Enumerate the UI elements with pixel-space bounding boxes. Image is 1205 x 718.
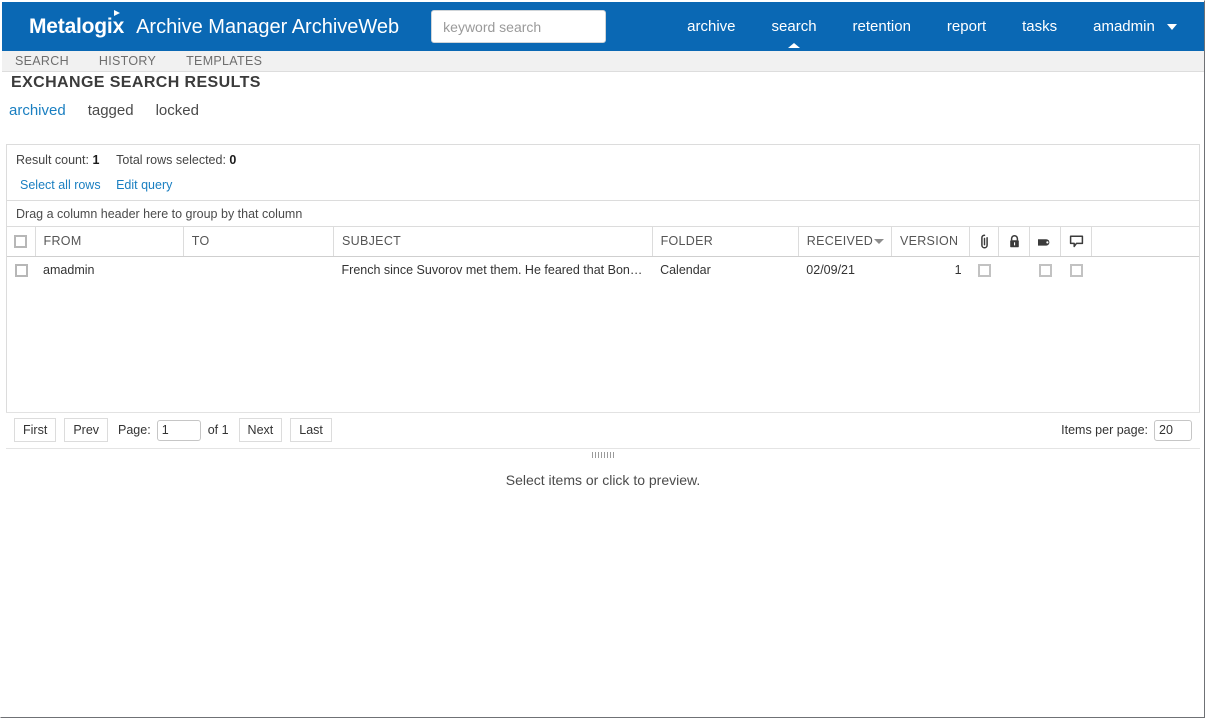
cell-from: amadmin: [43, 263, 95, 278]
page-total-label: of 1: [207, 423, 229, 437]
table-body: amadmin French since Suvorov met them. H…: [7, 256, 1199, 284]
prev-page-button[interactable]: Prev: [64, 418, 109, 442]
preview-placeholder-text: Select items or click to preview.: [505, 472, 701, 488]
select-all-rows-link[interactable]: Select all rows: [20, 178, 101, 192]
nav-label-report: report: [946, 18, 987, 35]
column-header-received[interactable]: RECEIVED: [798, 227, 892, 257]
logo-triangle-icon: [114, 10, 121, 16]
nav-item-tasks[interactable]: tasks: [1004, 2, 1075, 51]
cell-received: 02/09/21: [806, 263, 855, 278]
cell-tag[interactable]: [1030, 256, 1061, 284]
result-actions: Select all rows Edit query: [20, 178, 184, 192]
user-menu-label: amadmin: [1093, 18, 1155, 35]
sort-caret-down-icon[interactable]: [873, 239, 884, 245]
subnav-item-templates[interactable]: TEMPLATES: [186, 54, 262, 68]
result-count-value: 1: [92, 153, 100, 167]
total-selected-label: Total rows selected:: [116, 153, 226, 167]
edit-query-link[interactable]: Edit query: [116, 178, 172, 192]
cell-folder: Calendar: [660, 263, 711, 278]
cell-version: 1: [954, 263, 962, 278]
column-header-comment[interactable]: [1060, 227, 1093, 257]
table-header-row: FROM TO SUBJECT FOLDER RECEIVED VERSION: [7, 227, 1199, 257]
comment-checkbox[interactable]: [1069, 264, 1083, 278]
column-header-tag[interactable]: [1029, 227, 1062, 257]
page-title: EXCHANGE SEARCH RESULTS: [11, 74, 261, 91]
header-select-all-cell[interactable]: [7, 227, 36, 257]
column-header-spacer: [1091, 227, 1199, 257]
keyword-search-wrapper: [431, 10, 607, 43]
tag-checkbox[interactable]: [1038, 264, 1052, 278]
nav-label-search: search: [771, 18, 817, 35]
filter-tab-archived[interactable]: archived: [9, 102, 66, 119]
column-header-subject[interactable]: SUBJECT: [333, 227, 653, 257]
column-header-to[interactable]: TO: [183, 227, 335, 257]
filter-tab-tagged[interactable]: tagged: [88, 102, 134, 119]
nav-label-archive: archive: [687, 18, 736, 35]
top-header-bar: Metalogix Archive Manager ArchiveWeb arc…: [2, 2, 1204, 51]
nav-item-search[interactable]: search: [754, 2, 835, 51]
cell-subject: French since Suvorov met them. He feared…: [341, 263, 653, 278]
sub-navigation-bar: SEARCH HISTORY TEMPLATES: [2, 51, 1204, 72]
group-by-dropzone[interactable]: Drag a column header here to group by th…: [7, 201, 1199, 227]
row-select-checkbox[interactable]: [14, 264, 28, 278]
row-select-cell[interactable]: [7, 256, 35, 284]
grip-icon: [592, 452, 614, 458]
last-page-button[interactable]: Last: [290, 418, 332, 442]
filter-tabs: archived tagged locked: [9, 102, 221, 119]
result-summary-panel: Result count: 1 Total rows selected: 0 S…: [6, 144, 1200, 201]
brand-logo-text: Metalogix: [29, 15, 125, 38]
total-selected-value: 0: [229, 153, 237, 167]
nav-label-tasks: tasks: [1022, 18, 1058, 35]
result-count-label: Result count:: [16, 153, 89, 167]
preview-pane: Select items or click to preview.: [6, 462, 1200, 712]
subnav-item-history[interactable]: HISTORY: [99, 54, 156, 68]
nav-item-archive[interactable]: archive: [669, 2, 753, 51]
chevron-down-icon: [1167, 24, 1177, 31]
nav-label-retention: retention: [852, 18, 911, 35]
column-header-attachment[interactable]: [969, 227, 1000, 257]
lock-icon: [1008, 234, 1021, 249]
subnav-item-search[interactable]: SEARCH: [15, 54, 69, 68]
panel-splitter-handle[interactable]: [6, 448, 1200, 461]
cell-to: [183, 256, 333, 284]
first-page-button[interactable]: First: [14, 418, 57, 442]
user-menu[interactable]: amadmin: [1075, 2, 1183, 51]
result-summary-text: Result count: 1 Total rows selected: 0: [16, 153, 236, 167]
caret-up-icon: [788, 43, 801, 48]
main-navigation: archive search retention report tasks am…: [669, 2, 1204, 51]
column-header-from[interactable]: FROM: [35, 227, 184, 257]
cell-spacer: [1092, 256, 1199, 284]
cell-comment[interactable]: [1061, 256, 1092, 284]
items-per-page-label: Items per page:: [1061, 423, 1148, 437]
paperclip-icon: [978, 234, 991, 249]
column-header-version[interactable]: VERSION: [891, 227, 971, 257]
app-title: Archive Manager ArchiveWeb: [136, 16, 400, 38]
page-label: Page:: [118, 423, 151, 437]
page-number-input[interactable]: [156, 419, 201, 441]
table-row[interactable]: amadmin French since Suvorov met them. H…: [7, 256, 1199, 284]
tag-icon: [1037, 235, 1053, 248]
column-header-folder[interactable]: FOLDER: [652, 227, 799, 257]
next-page-button[interactable]: Next: [238, 418, 283, 442]
brand: Metalogix Archive Manager ArchiveWeb: [29, 10, 400, 38]
results-table: FROM TO SUBJECT FOLDER RECEIVED VERSION: [7, 227, 1199, 284]
metalogix-logo: Metalogix: [29, 10, 125, 38]
attachment-checkbox[interactable]: [977, 264, 991, 278]
items-per-page-group: Items per page:: [1061, 419, 1192, 441]
nav-item-report[interactable]: report: [929, 2, 1004, 51]
pagination-bar: First Prev Page: of 1 Next Last Items pe…: [6, 412, 1200, 447]
nav-item-retention[interactable]: retention: [835, 2, 929, 51]
cell-attachment[interactable]: [970, 256, 999, 284]
column-header-received-label: RECEIVED: [806, 234, 874, 249]
search-input[interactable]: [431, 10, 607, 43]
cell-locked: [999, 256, 1030, 284]
application-window: Metalogix Archive Manager ArchiveWeb arc…: [0, 0, 1205, 718]
select-all-checkbox[interactable]: [14, 235, 28, 249]
filter-tab-locked[interactable]: locked: [156, 102, 199, 119]
comment-icon: [1069, 234, 1084, 249]
results-grid-container: Drag a column header here to group by th…: [6, 201, 1200, 447]
column-header-locked[interactable]: [998, 227, 1031, 257]
items-per-page-input[interactable]: [1154, 419, 1192, 441]
